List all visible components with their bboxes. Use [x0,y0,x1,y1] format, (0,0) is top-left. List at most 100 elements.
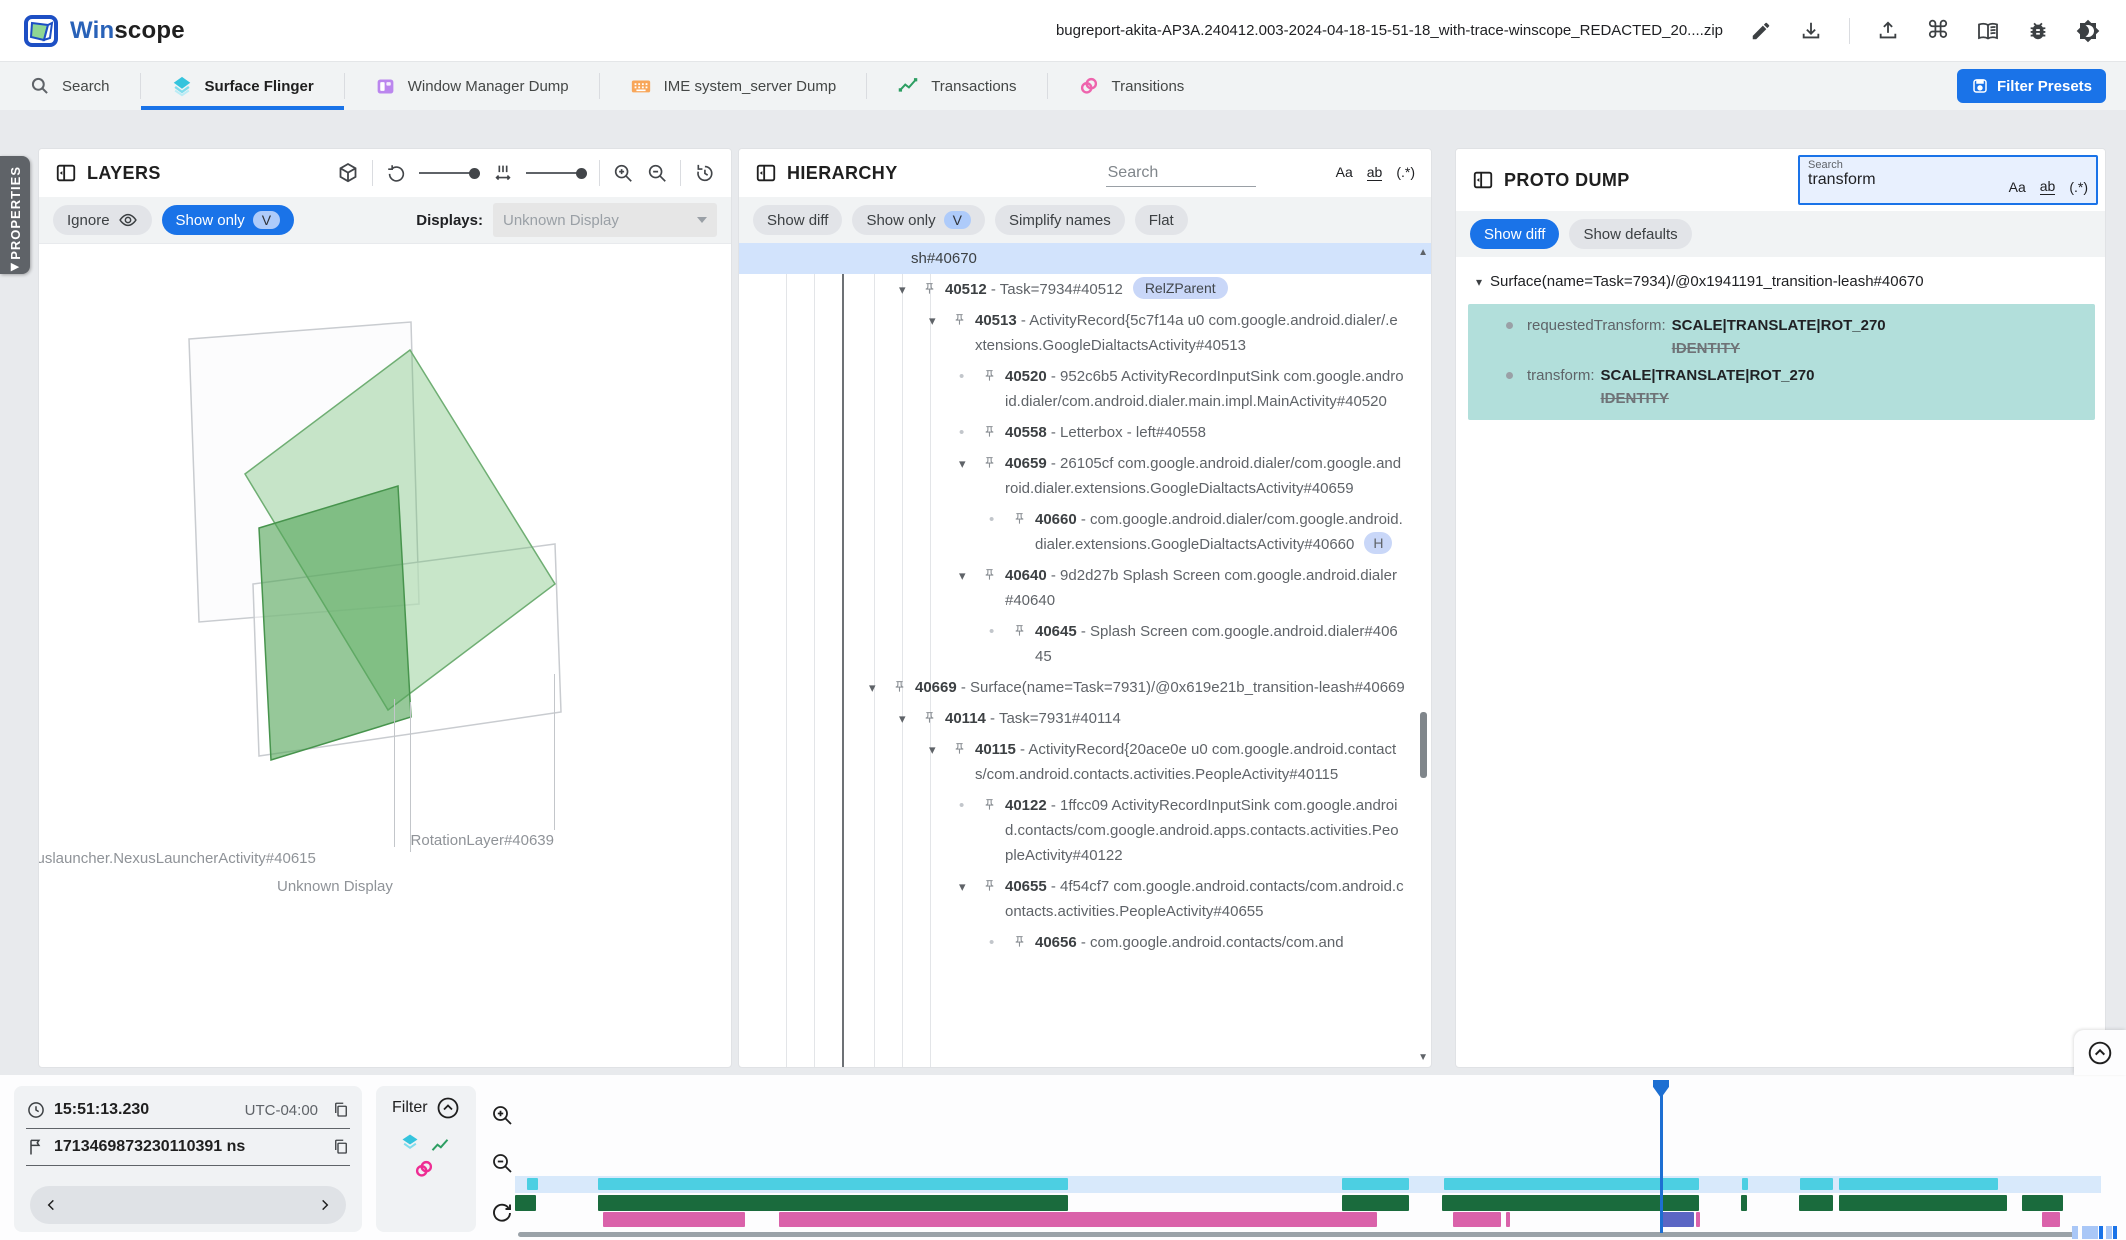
surfaceflinger-segment[interactable] [1742,1178,1748,1190]
pin-icon[interactable] [983,364,1005,382]
expand-arrow-icon[interactable]: ▾ [959,874,983,899]
current-time-marker-head[interactable] [1653,1080,1669,1098]
panel-dock-icon[interactable] [1472,169,1494,191]
download-icon[interactable] [1799,19,1823,43]
transitions-segment[interactable] [1696,1212,1700,1227]
pin-icon[interactable] [983,563,1005,581]
transactions-segment[interactable] [2022,1195,2063,1211]
show-diff-button[interactable]: Show diff [1470,219,1559,249]
expand-arrow-icon[interactable]: ▾ [899,706,923,731]
hierarchy-scrollbar-thumb[interactable] [1420,712,1427,778]
pin-icon[interactable] [953,737,975,755]
hierarchy-search-input[interactable] [1106,160,1256,187]
transitions-segment[interactable] [2042,1212,2060,1227]
tab-search[interactable]: Search [0,62,140,110]
expand-arrow-icon[interactable]: ▾ [959,451,983,476]
timeline-zoom-region[interactable] [2106,1226,2112,1239]
pin-icon[interactable] [923,277,945,295]
timeline-zoom-tick[interactable] [2113,1226,2117,1239]
regex-toggle[interactable]: (.*) [1396,164,1415,180]
pin-icon[interactable] [923,706,945,724]
edit-file-icon[interactable] [1749,19,1773,43]
show-only-visible-button[interactable]: Show only V [852,205,985,235]
pin-icon[interactable] [1013,507,1035,525]
scroll-up-icon[interactable]: ▲ [1418,247,1428,258]
tree-node[interactable]: ▾40512 - Task=7934#40512RelZParent [739,274,1431,305]
properties-collapsed-tab[interactable]: PROPERTIES ▶ [0,156,30,274]
flat-button[interactable]: Flat [1135,205,1188,235]
rotation-icon[interactable] [385,162,407,184]
match-case-toggle[interactable]: Aa [1336,164,1353,180]
surfaceflinger-segment[interactable] [527,1178,538,1190]
tree-node[interactable]: ▾40669 - Surface(name=Task=7931)/@0x619e… [739,672,1431,703]
pin-icon[interactable] [983,874,1005,892]
tab-surface-flinger[interactable]: Surface Flinger [141,62,344,110]
match-case-toggle[interactable]: Aa [2009,179,2026,195]
spacing-icon[interactable] [492,162,514,184]
zoom-in-icon[interactable] [612,162,634,184]
tree-node[interactable]: ▾40655 - 4f54cf7 com.google.android.cont… [739,871,1431,927]
show-defaults-button[interactable]: Show defaults [1569,219,1691,249]
expand-arrow-icon[interactable]: ▾ [959,563,983,588]
transactions-segment[interactable] [515,1195,536,1211]
pin-icon[interactable] [1013,930,1035,948]
expand-arrow-icon[interactable]: ▾ [929,308,953,333]
reset-view-history-icon[interactable] [693,162,715,184]
pin-icon[interactable] [893,675,915,693]
tree-node[interactable]: •40656 - com.google.android.contacts/com… [739,927,1431,958]
transactions-segment[interactable] [1741,1195,1747,1211]
tree-node[interactable]: •40645 - Splash Screen com.google.androi… [739,616,1431,672]
timeline-scrollbar[interactable] [518,1232,2076,1237]
timeline-zoom-region[interactable] [2082,1226,2098,1239]
surfaceflinger-segment[interactable] [1800,1178,1833,1190]
proto-root-node[interactable]: ▾ Surface(name=Task=7934)/@0x1941191_tra… [1456,267,2105,296]
show-diff-button[interactable]: Show diff [753,205,842,235]
transitions-segment[interactable] [603,1212,745,1227]
filter-presets-button[interactable]: Filter Presets [1957,69,2106,103]
transitions-segment[interactable] [779,1212,1377,1227]
pin-icon[interactable] [983,793,1005,811]
pin-icon[interactable] [983,420,1005,438]
pin-icon[interactable] [1013,619,1035,637]
timeline-zoom-tick[interactable] [2099,1226,2103,1239]
timeline-zoom-region[interactable] [2072,1226,2078,1239]
panel-dock-icon[interactable] [55,162,77,184]
displays-select[interactable]: Unknown Display [493,203,717,237]
tab-window-manager-dump[interactable]: Window Manager Dump [345,62,599,110]
simplify-names-button[interactable]: Simplify names [995,205,1125,235]
expand-arrow-icon[interactable]: ▾ [899,277,923,302]
collapse-timeline-tab[interactable] [2074,1030,2126,1075]
tree-node[interactable]: sh#40670 [739,243,1431,274]
tree-node[interactable]: ▾40640 - 9d2d27b Splash Screen com.googl… [739,560,1431,616]
tree-node[interactable]: ▾40115 - ActivityRecord{20ace0e u0 com.g… [739,734,1431,790]
show-only-visible-button[interactable]: Show only V [162,205,295,235]
cube-3d-icon[interactable] [336,161,360,185]
regex-toggle[interactable]: (.*) [2069,179,2088,195]
tree-node[interactable]: ▾40114 - Task=7931#40114 [739,703,1431,734]
pin-icon[interactable] [953,308,975,326]
tab-transitions[interactable]: Transitions [1048,62,1215,110]
dark-mode-icon[interactable] [2076,19,2100,43]
tree-node[interactable]: •40558 - Letterbox - left#40558 [739,417,1431,448]
tree-node[interactable]: ▾40513 - ActivityRecord{5c7f14a u0 com.g… [739,305,1431,361]
transitions-segment[interactable] [1453,1212,1501,1227]
tab-ime-system-server-dump[interactable]: IME system_server Dump [600,62,867,110]
expand-arrow-icon[interactable]: ▾ [1476,275,1482,289]
layers-3d-canvas[interactable]: RotationLayer#40639 xuslauncher.NexusLau… [39,243,731,1068]
transactions-segment[interactable] [1799,1195,1833,1211]
documentation-book-icon[interactable] [1976,19,2000,43]
proto-search-box[interactable]: Search Aa ab (.*) [1798,155,2098,205]
shortcuts-icon[interactable]: ⌘ [1926,19,1950,43]
tab-transactions[interactable]: Transactions [867,62,1046,110]
selected-transition-segment[interactable] [1660,1212,1694,1227]
match-word-toggle[interactable]: ab [1367,164,1383,181]
spacing-slider[interactable] [526,168,587,179]
bug-report-icon[interactable] [2026,19,2050,43]
proto-search-input[interactable] [1808,171,1978,189]
expand-arrow-icon[interactable]: ▾ [929,737,953,762]
upload-icon[interactable] [1876,19,1900,43]
tree-node[interactable]: •40520 - 952c6b5 ActivityRecordInputSink… [739,361,1431,417]
panel-dock-icon[interactable] [755,162,777,184]
current-time-marker[interactable] [1660,1082,1663,1233]
transactions-segment[interactable] [598,1195,1068,1211]
